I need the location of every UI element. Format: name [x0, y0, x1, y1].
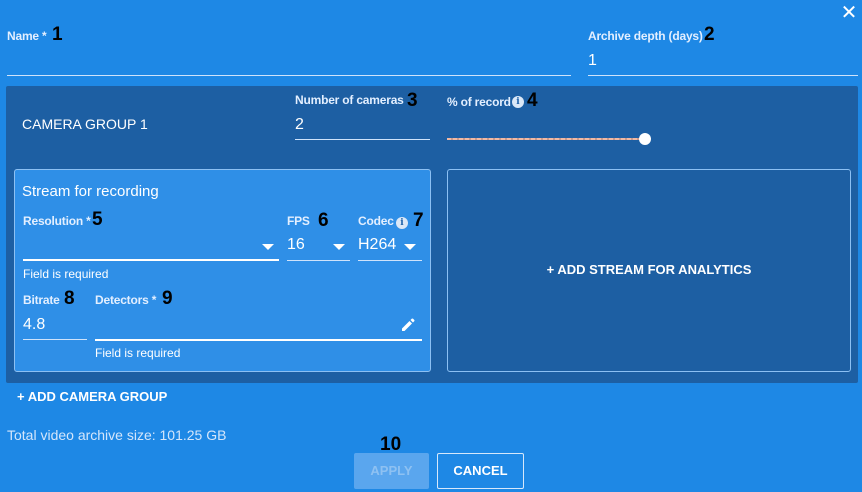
stream-recording-title: Stream for recording: [22, 183, 159, 200]
record-percent-label: % of record: [447, 95, 511, 109]
num-cameras-underline: [295, 139, 430, 140]
name-input[interactable]: [7, 52, 571, 74]
apply-button[interactable]: APPLY: [354, 453, 429, 489]
codec-info-icon[interactable]: i: [396, 217, 408, 229]
add-camera-group-button[interactable]: + ADD CAMERA GROUP: [17, 389, 167, 404]
fps-value: 16: [287, 236, 305, 253]
chevron-down-icon: [333, 244, 345, 250]
detectors-error: Field is required: [95, 346, 181, 360]
detectors-underline: [95, 339, 422, 341]
bitrate-underline: [23, 339, 87, 340]
codec-underline: [358, 260, 422, 261]
cancel-button[interactable]: CANCEL: [437, 453, 524, 489]
resolution-error: Field is required: [23, 267, 109, 281]
resolution-underline: [23, 259, 279, 261]
archive-depth-label: Archive depth (days): [588, 29, 703, 43]
record-percent-slider-thumb[interactable]: [639, 133, 651, 145]
fps-underline: [287, 260, 350, 261]
num-cameras-label: Number of cameras: [295, 93, 404, 107]
codec-select[interactable]: H264: [358, 234, 422, 258]
add-stream-for-analytics-button[interactable]: + ADD STREAM FOR ANALYTICS: [447, 169, 851, 372]
total-archive-size: Total video archive size: 101.25 GB: [7, 427, 227, 443]
name-label: Name *: [7, 29, 47, 43]
annotation-marker-9: 9: [162, 288, 173, 309]
codec-label: Codec: [358, 214, 394, 228]
chevron-down-icon: [262, 244, 274, 250]
detectors-field[interactable]: [95, 314, 422, 338]
annotation-marker-4: 4: [527, 90, 538, 111]
archive-depth-input[interactable]: 1: [588, 52, 858, 74]
add-stream-for-analytics-label: + ADD STREAM FOR ANALYTICS: [546, 262, 752, 277]
codec-value: H264: [358, 236, 397, 253]
camera-group-title: CAMERA GROUP 1: [22, 116, 148, 132]
bitrate-label: Bitrate: [23, 293, 60, 307]
fps-select[interactable]: 16: [287, 234, 350, 258]
detectors-label: Detectors *: [95, 293, 157, 307]
annotation-marker-7: 7: [413, 210, 424, 231]
bitrate-input[interactable]: 4.8: [23, 316, 87, 338]
name-underline: [7, 75, 571, 76]
annotation-marker-8: 8: [64, 288, 75, 309]
annotation-marker-5: 5: [92, 209, 103, 230]
annotation-marker-3: 3: [407, 90, 418, 111]
annotation-marker-2: 2: [704, 24, 715, 45]
record-percent-slider-track[interactable]: [447, 138, 645, 140]
record-percent-info-icon[interactable]: i: [512, 96, 524, 108]
archive-depth-underline: [588, 75, 858, 76]
chevron-down-icon: [404, 244, 416, 250]
resolution-select[interactable]: [23, 234, 279, 258]
pencil-icon[interactable]: [400, 317, 416, 333]
close-icon[interactable]: ✕: [838, 3, 860, 25]
annotation-marker-1: 1: [52, 24, 63, 45]
fps-label: FPS: [287, 214, 310, 228]
resolution-label: Resolution *: [23, 214, 91, 228]
annotation-marker-6: 6: [318, 210, 329, 231]
num-cameras-input[interactable]: 2: [295, 116, 430, 138]
